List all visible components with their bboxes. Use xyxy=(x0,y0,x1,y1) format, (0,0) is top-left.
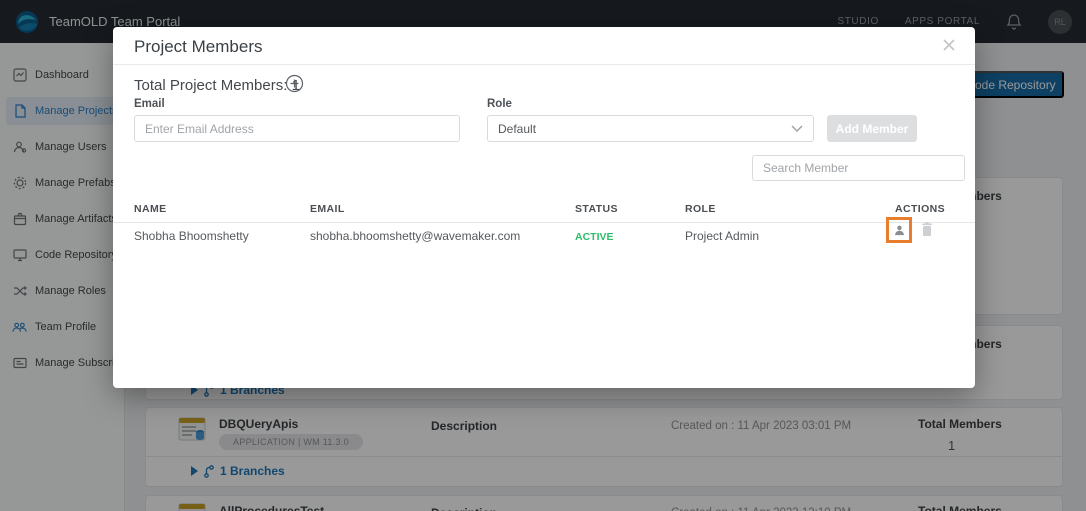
screen: TeamOLD Team Portal STUDIO APPS PORTAL R… xyxy=(0,0,1086,511)
member-status-badge: ACTIVE xyxy=(575,231,614,243)
member-name: Shobha Bhoomshetty xyxy=(134,229,249,243)
add-member-button[interactable]: Add Member xyxy=(827,115,917,142)
member-email: shobha.bhoomshetty@wavemaker.com xyxy=(310,229,520,243)
project-members-modal: Project Members Total Project Members: 1… xyxy=(113,27,975,388)
delete-member-trash-icon[interactable] xyxy=(920,221,936,239)
person-icon xyxy=(893,224,906,237)
add-member-plus-icon[interactable] xyxy=(285,74,304,93)
col-header-status: STATUS xyxy=(575,203,618,215)
role-label: Role xyxy=(487,98,512,110)
modal-title: Project Members xyxy=(134,37,262,57)
col-header-actions: ACTIONS xyxy=(895,203,945,215)
search-member-input[interactable] xyxy=(752,155,965,181)
email-field[interactable] xyxy=(134,115,460,142)
col-header-role: ROLE xyxy=(685,203,716,215)
chevron-down-icon xyxy=(791,125,803,132)
table-header-divider xyxy=(113,222,975,223)
modal-header: Project Members xyxy=(113,27,975,65)
col-header-email: EMAIL xyxy=(310,203,345,215)
member-profile-action-button[interactable] xyxy=(886,217,912,243)
role-selected-value: Default xyxy=(498,122,536,136)
role-select[interactable]: Default xyxy=(487,115,814,142)
member-role: Project Admin xyxy=(685,229,759,243)
col-header-name: NAME xyxy=(134,203,167,215)
email-label: Email xyxy=(134,98,165,110)
total-members-text: Total Project Members: 1 xyxy=(134,77,300,94)
close-icon[interactable] xyxy=(941,37,957,53)
